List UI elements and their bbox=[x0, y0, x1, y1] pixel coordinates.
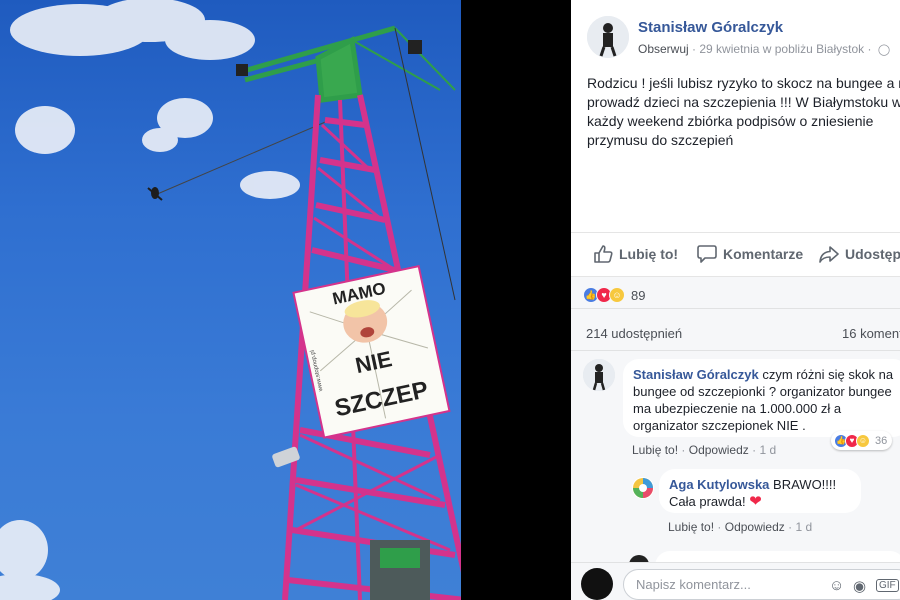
comment-composer: ☺ ◉ GIF bbox=[571, 562, 900, 600]
share-button[interactable]: Udostępnij bbox=[819, 245, 900, 263]
reply-author[interactable]: Aga Kutylowska bbox=[669, 477, 769, 492]
comment-bubble: Stanisław Góralczyk czym różni się skok … bbox=[623, 359, 900, 437]
meta-separator: · bbox=[692, 42, 697, 56]
comment-author[interactable]: Stanisław Góralczyk bbox=[633, 367, 759, 382]
comment-like-link[interactable]: Lubię to! bbox=[632, 443, 678, 457]
reply-reply-link[interactable]: Odpowiedz bbox=[725, 520, 785, 534]
meta-separator-2: · bbox=[867, 42, 872, 56]
like-button-label: Lubię to! bbox=[619, 246, 679, 262]
comment-button[interactable]: Komentarze bbox=[697, 245, 803, 263]
globe-icon: ◯ bbox=[877, 44, 891, 56]
post-meta: Obserwuj · 29 kwietnia w pobliżu Białyst… bbox=[638, 42, 890, 56]
share-arrow-icon bbox=[819, 246, 839, 263]
speech-bubble-icon bbox=[697, 245, 717, 263]
post-panel: Stanisław Góralczyk Obserwuj · 29 kwietn… bbox=[571, 0, 900, 600]
post-photo[interactable]: MAMO NIE SZCZEP www.stopnop.pl bbox=[0, 0, 461, 600]
post-text: Rodzicu ! jeśli lubisz ryzyko to skocz n… bbox=[587, 75, 900, 148]
comment-button-label: Komentarze bbox=[723, 246, 804, 262]
reactions-bar[interactable]: 👍 ♥ ☺ 89 bbox=[571, 276, 900, 308]
crane-hook-block bbox=[236, 64, 248, 76]
gif-icon[interactable]: GIF bbox=[876, 579, 899, 592]
shares-comments-row: 214 udostępnień 16 komentarzy bbox=[571, 308, 900, 350]
post-author-name[interactable]: Stanisław Góralczyk bbox=[638, 19, 783, 36]
heart-emoji-icon: ❤ bbox=[749, 493, 762, 510]
post-header: Stanisław Góralczyk Obserwuj · 29 kwietn… bbox=[587, 16, 900, 60]
reactions-count: 89 bbox=[631, 287, 646, 303]
comment-reactions[interactable]: 👍 ♥ ☺ 36 bbox=[831, 431, 893, 450]
author-avatar[interactable] bbox=[587, 16, 629, 58]
camera-icon[interactable]: ◉ bbox=[853, 577, 866, 595]
reactions-summary[interactable]: 👍 ♥ ☺ 89 bbox=[583, 287, 645, 303]
reply-time[interactable]: 1 d bbox=[795, 520, 812, 534]
emoji-icon[interactable]: ☺ bbox=[829, 577, 844, 594]
banner: MAMO NIE SZCZEP www.stopnop.pl bbox=[292, 264, 451, 439]
bungee-jumper bbox=[147, 187, 163, 201]
comment-reply-link[interactable]: Odpowiedz bbox=[689, 443, 749, 457]
follow-link[interactable]: Obserwuj bbox=[638, 42, 689, 56]
haha-reaction-icon: ☺ bbox=[609, 287, 625, 303]
clouds bbox=[0, 0, 300, 600]
reply-avatar[interactable] bbox=[632, 477, 654, 499]
photo-letterbox bbox=[461, 0, 571, 600]
comments-count[interactable]: 16 komentarzy bbox=[842, 326, 900, 341]
thumbs-up-icon bbox=[594, 245, 613, 263]
bungee-tower-illustration: MAMO NIE SZCZEP www.stopnop.pl bbox=[0, 0, 461, 600]
commenter-avatar[interactable] bbox=[583, 359, 615, 391]
reply-bubble: Aga Kutylowska BRAWO!!!! Cała prawda! ❤ bbox=[659, 469, 861, 513]
post-actions-bar: Lubię to! Komentarze Udostępnij bbox=[571, 232, 900, 276]
comment-time[interactable]: 1 d bbox=[759, 443, 776, 457]
screenshot-root: MAMO NIE SZCZEP www.stopnop.pl Stanisław… bbox=[0, 0, 900, 600]
current-user-avatar bbox=[581, 568, 613, 600]
post-date-location[interactable]: 29 kwietnia w pobliżu Białystok bbox=[699, 42, 864, 56]
comment-reactions-count: 36 bbox=[875, 434, 888, 447]
haha-reaction-icon: ☺ bbox=[856, 433, 870, 448]
shares-count[interactable]: 214 udostępnień bbox=[586, 326, 682, 341]
comment-actions: Lubię to! · Odpowiedz · 1 d bbox=[632, 443, 777, 457]
crane bbox=[239, 25, 456, 103]
share-button-label: Udostępnij bbox=[845, 246, 900, 262]
reply-actions: Lubię to! · Odpowiedz · 1 d bbox=[668, 520, 813, 534]
like-button[interactable]: Lubię to! bbox=[593, 245, 678, 263]
reply-like-link[interactable]: Lubię to! bbox=[668, 520, 714, 534]
